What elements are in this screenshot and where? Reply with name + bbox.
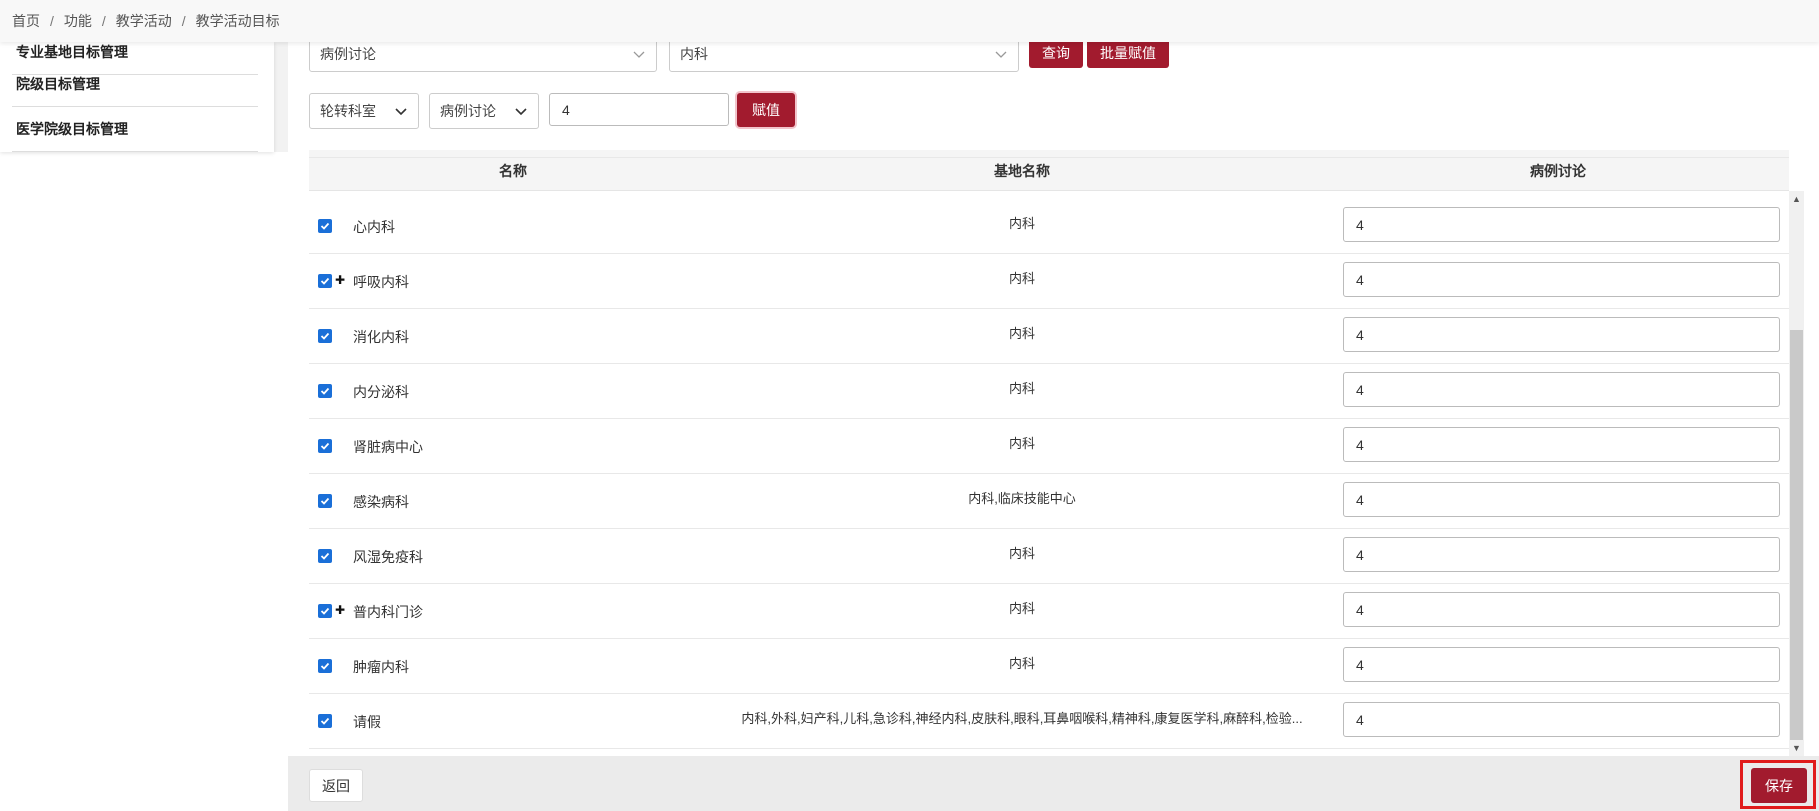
row-checkbox[interactable] <box>318 439 332 453</box>
check-icon <box>320 442 330 450</box>
table-row: 肾脏病中心 内科 4 <box>309 419 1789 474</box>
breadcrumb-separator: / <box>101 13 106 29</box>
row-base-name: 内科,临床技能中心 <box>968 491 1076 506</box>
table-row: 感染病科 内科,临床技能中心 4 <box>309 474 1789 529</box>
sidebar-item-label: 院级目标管理 <box>16 76 100 92</box>
table-row: 肿瘤内科 内科 4 <box>309 639 1789 694</box>
scrollbar-thumb[interactable] <box>1790 330 1803 740</box>
breadcrumb-separator: / <box>181 13 186 29</box>
sidebar-background <box>0 152 288 811</box>
case-discussion-input[interactable]: 4 <box>1343 372 1780 407</box>
row-checkbox[interactable] <box>318 604 332 618</box>
row-name: 呼吸内科 <box>353 274 409 290</box>
scope-select-value: 轮转科室 <box>320 103 376 119</box>
assign-button[interactable]: 赋值 <box>737 93 795 127</box>
case-discussion-input[interactable]: 4 <box>1343 537 1780 572</box>
breadcrumb-function[interactable]: 功能 <box>64 11 92 31</box>
case-discussion-input[interactable]: 4 <box>1343 427 1780 462</box>
check-icon <box>320 552 330 560</box>
table-row: 请假 内科,外科,妇产科,儿科,急诊科,神经内科,皮肤科,眼科,耳鼻咽喉科,精神科… <box>309 694 1789 749</box>
check-icon <box>320 497 330 505</box>
breadcrumb-separator: / <box>50 13 54 29</box>
expand-plus-icon[interactable]: ✚ <box>335 601 345 619</box>
sidebar-item-hospital-target[interactable]: 院级目标管理 <box>12 62 258 107</box>
assign-value-input[interactable]: 4 <box>549 93 729 126</box>
case-discussion-input[interactable]: 4 <box>1343 207 1780 242</box>
case-discussion-input[interactable]: 4 <box>1343 702 1780 737</box>
row-base-name: 内科 <box>1008 326 1035 341</box>
case-discussion-input[interactable]: 4 <box>1343 262 1780 297</box>
case-discussion-input[interactable]: 4 <box>1343 592 1780 627</box>
row-name: 风湿免疫科 <box>353 549 423 565</box>
sidebar: 专业基地目标管理 院级目标管理 医学院级目标管理 <box>0 42 274 152</box>
row-name: 请假 <box>353 714 381 730</box>
row-base-name: 内科,外科,妇产科,儿科,急诊科,神经内科,皮肤科,眼科,耳鼻咽喉科,精神科,康… <box>741 711 1303 726</box>
batch-assign-button[interactable]: 批量赋值 <box>1087 38 1169 68</box>
row-checkbox[interactable] <box>318 494 332 508</box>
footer-bar <box>288 756 1819 811</box>
row-name: 心内科 <box>353 219 395 235</box>
check-icon <box>320 332 330 340</box>
table-row: ✚ 呼吸内科 内科 4 <box>309 254 1789 309</box>
table-row <box>309 150 1789 158</box>
back-button[interactable]: 返回 <box>309 769 363 802</box>
sidebar-item-college-target[interactable]: 医学院级目标管理 <box>12 107 258 152</box>
check-icon <box>320 277 330 285</box>
row-checkbox[interactable] <box>318 549 332 563</box>
chevron-down-icon <box>515 108 527 116</box>
check-icon <box>320 662 330 670</box>
row-base-name: 内科 <box>1008 656 1035 671</box>
check-icon <box>320 222 330 230</box>
chevron-down-icon <box>395 108 407 116</box>
row-checkbox[interactable] <box>318 384 332 398</box>
department-value: 内科 <box>680 46 708 62</box>
table-row: 内分泌科 内科 4 <box>309 364 1789 419</box>
breadcrumb: 首页 / 功能 / 教学活动 / 教学活动目标 <box>0 0 1819 42</box>
table-row: ✚ 普内科门诊 内科 4 <box>309 584 1789 639</box>
row-name: 消化内科 <box>353 329 409 345</box>
case-discussion-input[interactable]: 4 <box>1343 647 1780 682</box>
row-checkbox[interactable] <box>318 219 332 233</box>
scroll-up-icon[interactable]: ▲ <box>1790 192 1803 206</box>
chevron-down-icon <box>633 51 645 58</box>
target-table: 名称 基地名称 病例讨论 心内科 内科 4 ✚ 呼吸内科 内科 4 消化内科 内科 4 内分泌科 内科… <box>309 150 1789 756</box>
row-checkbox[interactable] <box>318 329 332 343</box>
row-base-name: 内科 <box>1008 436 1035 451</box>
row-name: 普内科门诊 <box>353 604 423 620</box>
row-base-name: 内科 <box>1008 601 1035 616</box>
expand-plus-icon[interactable]: ✚ <box>335 271 345 289</box>
activity-select[interactable]: 病例讨论 <box>429 93 539 129</box>
breadcrumb-home[interactable]: 首页 <box>12 11 40 31</box>
row-checkbox[interactable] <box>318 274 332 288</box>
row-base-name: 内科 <box>1008 271 1035 286</box>
row-name: 感染病科 <box>353 494 409 510</box>
breadcrumb-teaching-activity[interactable]: 教学活动 <box>116 11 172 31</box>
row-name: 内分泌科 <box>353 384 409 400</box>
check-icon <box>320 607 330 615</box>
sidebar-item-label: 医学院级目标管理 <box>16 121 128 137</box>
breadcrumb-current: 教学活动目标 <box>195 13 280 29</box>
table-row: 心内科 内科 4 <box>309 199 1789 254</box>
row-checkbox[interactable] <box>318 659 332 673</box>
case-discussion-input[interactable]: 4 <box>1343 317 1780 352</box>
chevron-down-icon <box>995 51 1007 58</box>
case-discussion-input[interactable]: 4 <box>1343 482 1780 517</box>
scope-select[interactable]: 轮转科室 <box>309 93 419 129</box>
row-name: 肾脏病中心 <box>353 439 423 455</box>
row-checkbox[interactable] <box>318 714 332 728</box>
save-button[interactable]: 保存 <box>1751 768 1807 803</box>
activity-select-value: 病例讨论 <box>440 103 496 119</box>
scroll-down-icon[interactable]: ▼ <box>1790 741 1803 755</box>
table-row: 消化内科 内科 4 <box>309 309 1789 364</box>
check-icon <box>320 717 330 725</box>
check-icon <box>320 387 330 395</box>
query-button[interactable]: 查询 <box>1029 38 1083 68</box>
row-name: 肿瘤内科 <box>353 659 409 675</box>
row-base-name: 内科 <box>1008 381 1035 396</box>
row-base-name: 内科 <box>1008 216 1035 231</box>
table-row: 风湿免疫科 内科 4 <box>309 529 1789 584</box>
activity-type-value: 病例讨论 <box>320 46 376 62</box>
row-base-name: 内科 <box>1008 546 1035 561</box>
sidebar-item-label: 专业基地目标管理 <box>16 44 128 60</box>
